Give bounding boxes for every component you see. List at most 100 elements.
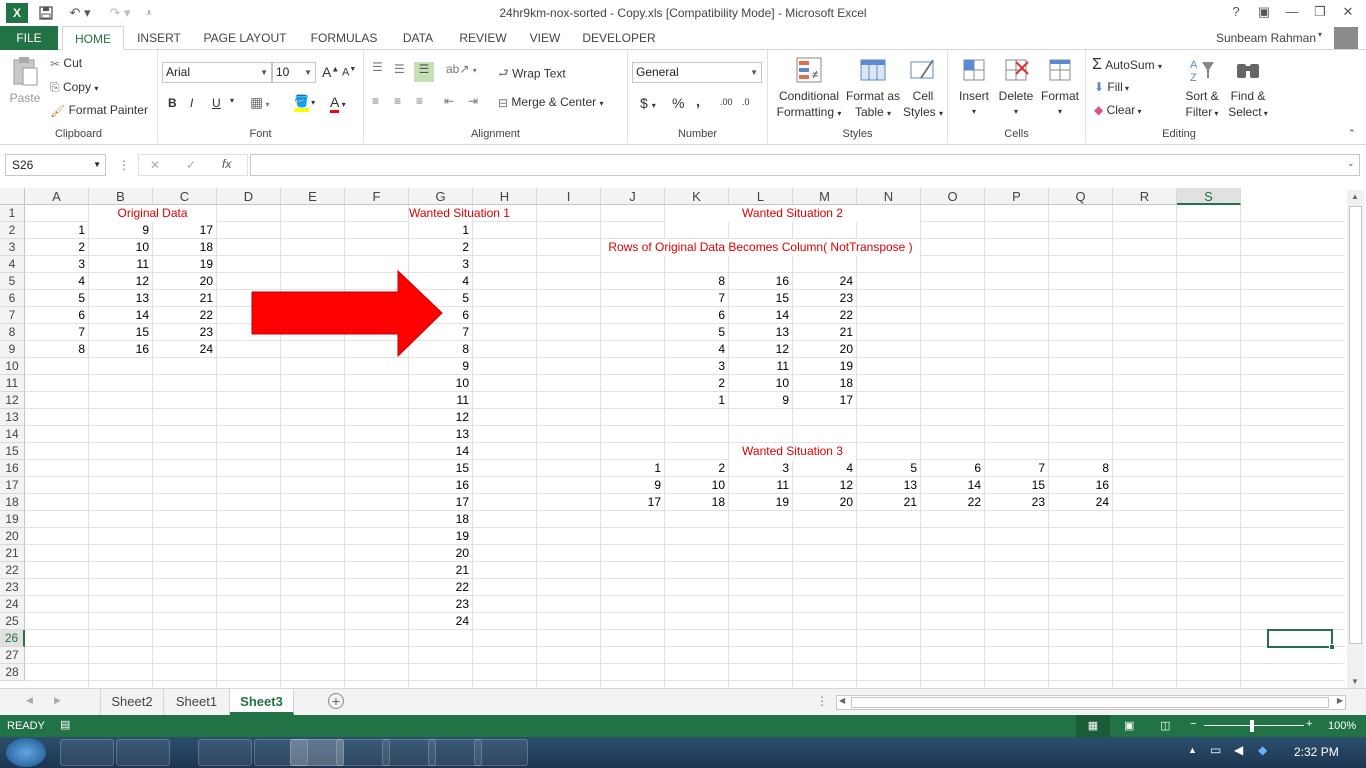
orientation-icon[interactable]: ab↗ ▾ xyxy=(446,62,477,76)
increase-decimal-button[interactable]: .00 xyxy=(720,97,733,107)
cell-wanted1[interactable]: 14 xyxy=(409,443,472,460)
cell-wanted3[interactable]: 15 xyxy=(985,477,1048,494)
cell-wanted2[interactable]: 16 xyxy=(729,273,792,290)
cell-wanted3[interactable]: 23 xyxy=(985,494,1048,511)
cell-wanted1[interactable]: 16 xyxy=(409,477,472,494)
grow-font-button[interactable]: A▲ xyxy=(322,64,339,80)
column-header-b[interactable]: B xyxy=(89,188,153,205)
zoom-level[interactable]: 100% xyxy=(1328,720,1356,732)
horizontal-scrollbar[interactable]: ◀ ▶ xyxy=(836,695,1346,710)
row-header-19[interactable]: 19 xyxy=(0,511,25,528)
cell-wanted1[interactable]: 11 xyxy=(409,392,472,409)
cell-wanted3[interactable]: 13 xyxy=(857,477,920,494)
row-header-12[interactable]: 12 xyxy=(0,392,25,409)
cell-original-data[interactable]: 5 xyxy=(25,290,88,307)
cell-wanted2[interactable]: 22 xyxy=(793,307,856,324)
cell-wanted2[interactable]: 17 xyxy=(793,392,856,409)
minimize-icon[interactable]: — xyxy=(1278,0,1306,24)
cell-original-data[interactable]: 23 xyxy=(153,324,216,341)
cell-wanted1[interactable]: 2 xyxy=(409,239,472,256)
format-painter-button[interactable]: 🖌 Format Painter xyxy=(50,103,148,118)
original-data-label[interactable]: Original Data xyxy=(89,205,216,222)
zoom-out-icon[interactable]: − xyxy=(1190,718,1196,730)
row-header-24[interactable]: 24 xyxy=(0,596,25,613)
row-header-11[interactable]: 11 xyxy=(0,375,25,392)
cell-original-data[interactable]: 20 xyxy=(153,273,216,290)
collapse-ribbon-icon[interactable]: ⌃ xyxy=(1348,128,1356,139)
cell-wanted3[interactable]: 3 xyxy=(729,460,792,477)
row-header-27[interactable]: 27 xyxy=(0,647,25,664)
bold-button[interactable]: B xyxy=(168,96,177,110)
clear-button[interactable]: ◆ Clear ▾ xyxy=(1094,103,1142,117)
currency-button[interactable]: $ ▾ xyxy=(640,95,656,111)
align-left-icon[interactable]: ≡ xyxy=(372,94,379,108)
cell-wanted1[interactable]: 20 xyxy=(409,545,472,562)
row-header-25[interactable]: 25 xyxy=(0,613,25,630)
column-header-a[interactable]: A xyxy=(25,188,89,205)
help-button[interactable]: ? xyxy=(1222,0,1250,24)
user-name[interactable]: Sunbeam Rahman xyxy=(1216,31,1316,45)
active-cell-selection[interactable] xyxy=(1267,629,1333,648)
number-format-select[interactable]: General ▼ xyxy=(632,62,762,83)
fill-handle[interactable] xyxy=(1329,644,1335,650)
copy-button[interactable]: ⎘ Copy ▾ xyxy=(50,80,98,95)
cell-wanted2[interactable]: 3 xyxy=(665,358,728,375)
normal-view-icon[interactable]: ▦ xyxy=(1076,715,1110,737)
cell-original-data[interactable]: 2 xyxy=(25,239,88,256)
column-header-d[interactable]: D xyxy=(217,188,281,205)
underline-button[interactable]: U xyxy=(212,96,221,110)
sheet-tab-sheet2[interactable]: Sheet2 xyxy=(100,689,164,715)
cell-wanted2[interactable]: 12 xyxy=(729,341,792,358)
column-header-m[interactable]: M xyxy=(793,188,857,205)
wanted-situation-2-label[interactable]: Wanted Situation 2 xyxy=(665,205,920,222)
cell-wanted1[interactable]: 21 xyxy=(409,562,472,579)
cell-original-data[interactable]: 19 xyxy=(153,256,216,273)
cell-wanted2[interactable]: 10 xyxy=(729,375,792,392)
cell-wanted2[interactable]: 23 xyxy=(793,290,856,307)
delete-cells-button[interactable]: Delete ▾ xyxy=(996,56,1036,120)
sort-filter-button[interactable]: AZ Sort & Filter ▾ xyxy=(1182,56,1222,122)
cell-wanted3[interactable]: 19 xyxy=(729,494,792,511)
taskbar-app-icon[interactable] xyxy=(60,739,114,766)
cell-wanted1[interactable]: 18 xyxy=(409,511,472,528)
shrink-font-button[interactable]: A▼ xyxy=(342,66,356,79)
cell-wanted3[interactable]: 21 xyxy=(857,494,920,511)
select-all-corner[interactable] xyxy=(0,188,25,205)
cell-wanted1[interactable]: 24 xyxy=(409,613,472,630)
tab-formulas[interactable]: FORMULAS xyxy=(304,26,384,50)
row-header-13[interactable]: 13 xyxy=(0,409,25,426)
cell-wanted1[interactable]: 9 xyxy=(409,358,472,375)
autosum-button[interactable]: Σ AutoSum ▾ xyxy=(1092,56,1162,74)
cell-original-data[interactable]: 7 xyxy=(25,324,88,341)
cell-wanted1[interactable]: 23 xyxy=(409,596,472,613)
cell-wanted3[interactable]: 11 xyxy=(729,477,792,494)
column-header-g[interactable]: G xyxy=(409,188,473,205)
cell-original-data[interactable]: 9 xyxy=(89,222,152,239)
insert-function-icon[interactable]: fx xyxy=(222,157,231,171)
row-header-3[interactable]: 3 xyxy=(0,239,25,256)
row-header-28[interactable]: 28 xyxy=(0,664,25,681)
column-header-i[interactable]: I xyxy=(537,188,601,205)
cell-wanted1[interactable]: 22 xyxy=(409,579,472,596)
page-break-view-icon[interactable]: ◫ xyxy=(1160,719,1170,732)
cell-original-data[interactable]: 22 xyxy=(153,307,216,324)
cell-wanted3[interactable]: 22 xyxy=(921,494,984,511)
user-dropdown-icon[interactable]: ▾ xyxy=(1318,30,1322,39)
restore-icon[interactable]: ❐ xyxy=(1306,0,1334,24)
cell-wanted1[interactable]: 15 xyxy=(409,460,472,477)
column-header-h[interactable]: H xyxy=(473,188,537,205)
align-top-icon[interactable]: ☰ xyxy=(372,60,383,74)
clock[interactable]: 2:32 PM xyxy=(1294,745,1339,759)
merge-center-button[interactable]: ⊟ Merge & Center ▾ xyxy=(498,95,603,110)
font-size-select[interactable]: 10 ▼ xyxy=(272,62,316,83)
cell-original-data[interactable]: 8 xyxy=(25,341,88,358)
cell-original-data[interactable]: 16 xyxy=(89,341,152,358)
cell-wanted1[interactable]: 19 xyxy=(409,528,472,545)
folder-icon[interactable] xyxy=(198,739,252,766)
column-header-n[interactable]: N xyxy=(857,188,921,205)
column-header-q[interactable]: Q xyxy=(1049,188,1113,205)
cell-wanted2[interactable]: 19 xyxy=(793,358,856,375)
cell-wanted2[interactable]: 2 xyxy=(665,375,728,392)
page-layout-view-icon[interactable]: ▣ xyxy=(1124,719,1134,732)
tab-insert[interactable]: INSERT xyxy=(130,26,188,50)
